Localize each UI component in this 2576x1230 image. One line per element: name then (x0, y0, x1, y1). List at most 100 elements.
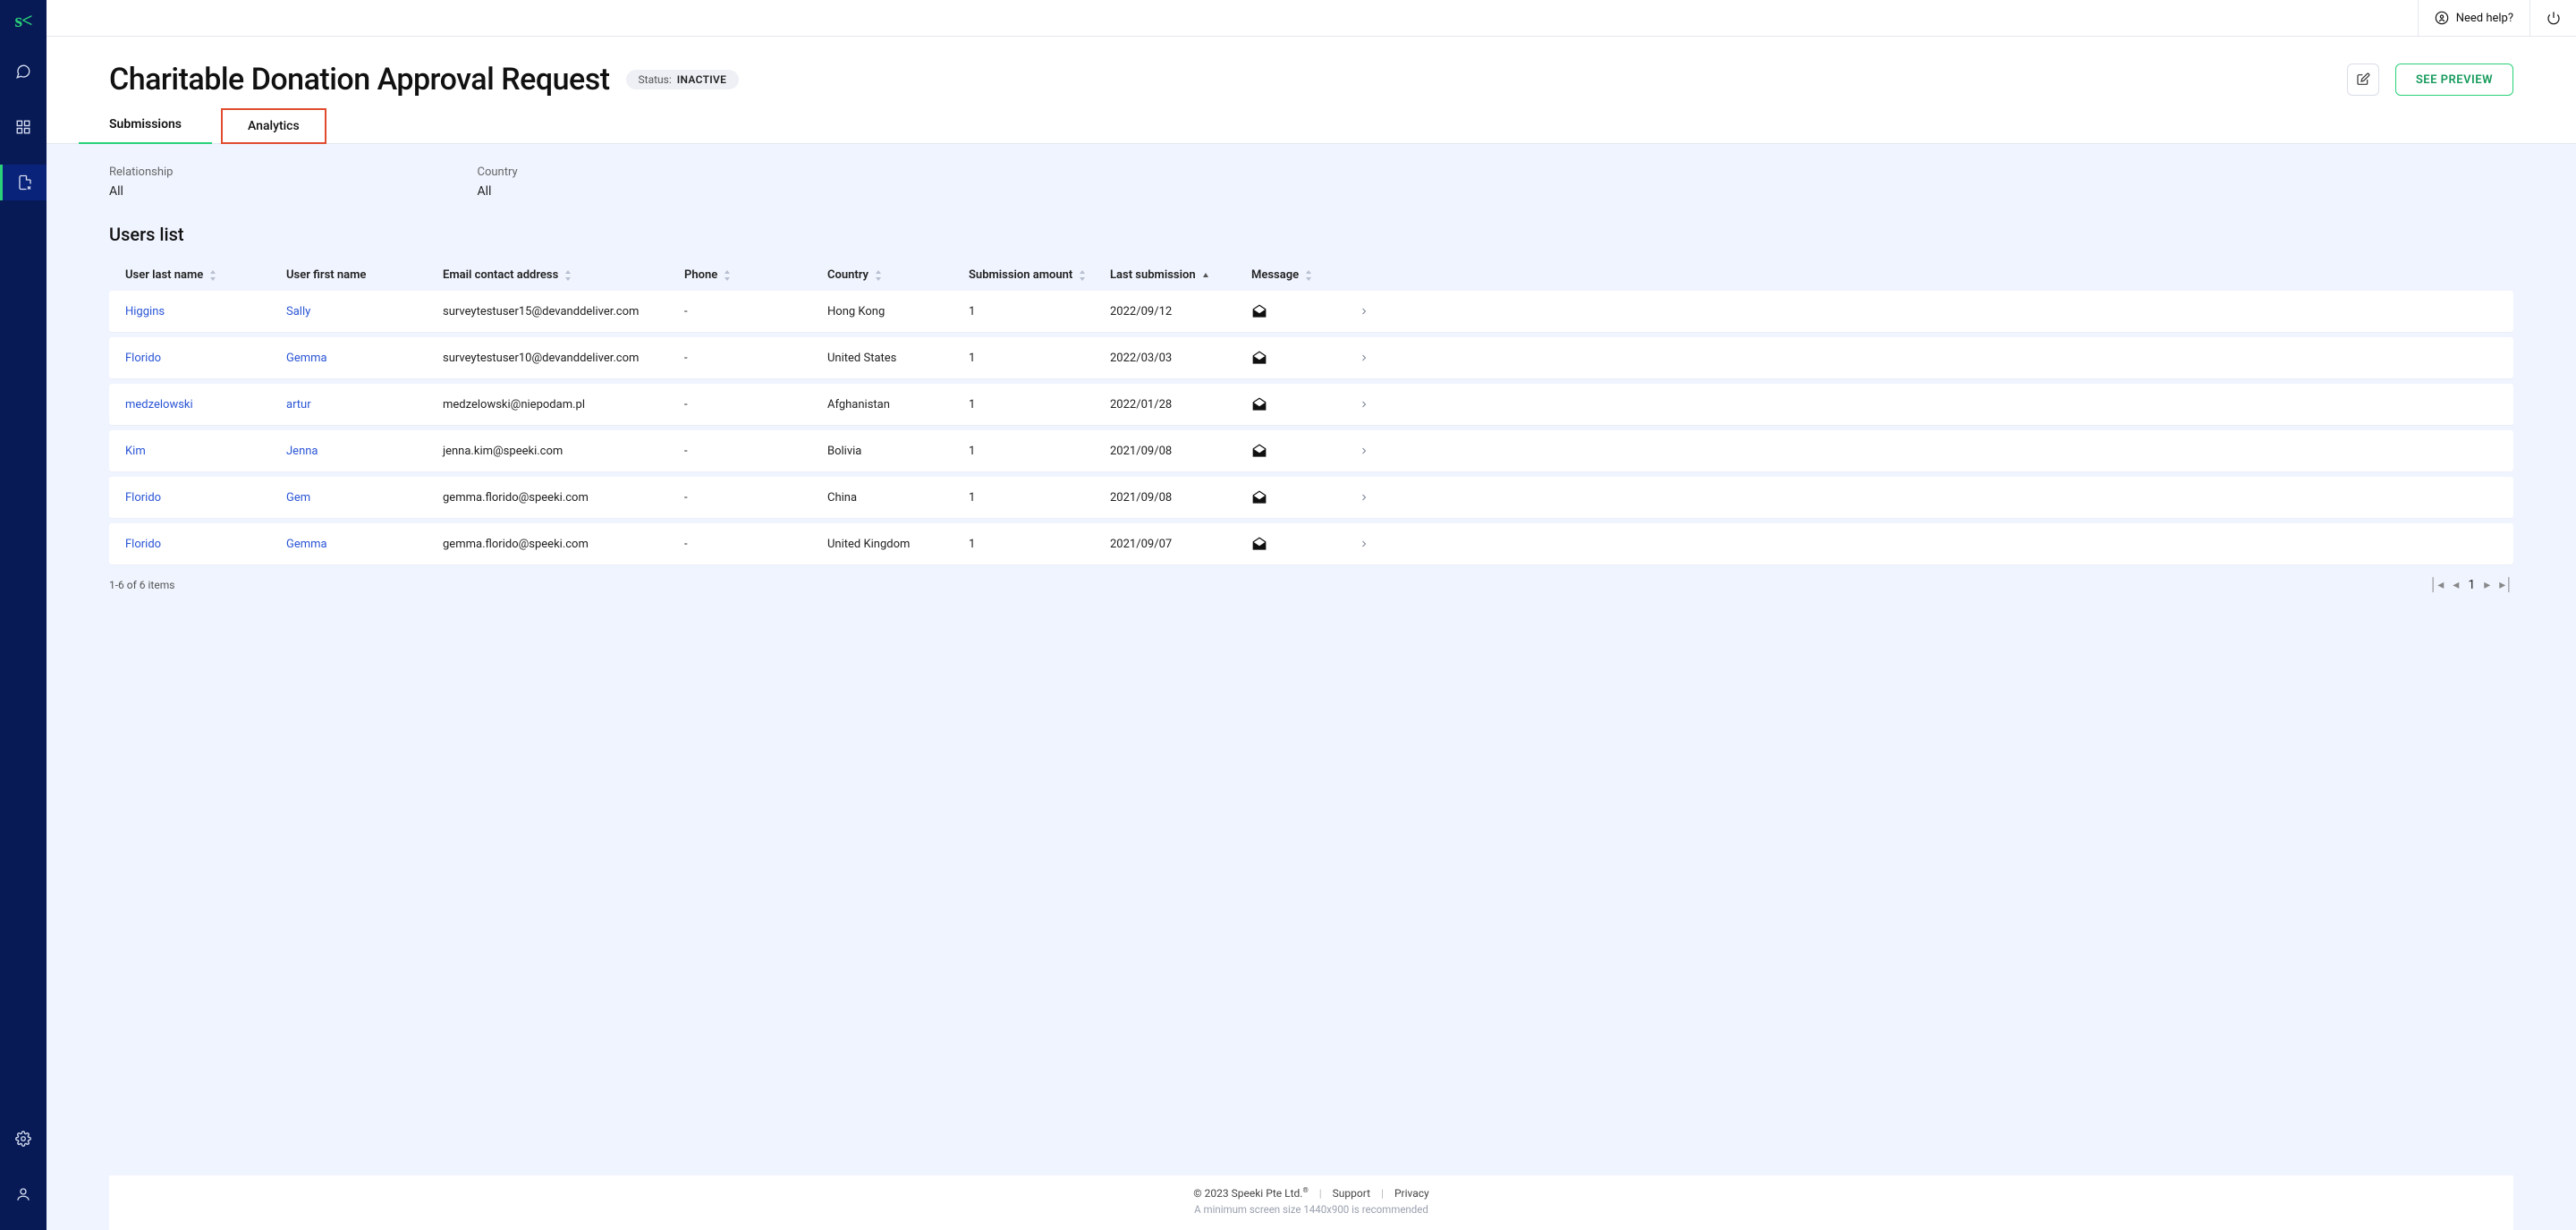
col-amount[interactable]: Submission amount (969, 268, 1110, 282)
pagination-summary: 1-6 of 6 items (109, 579, 174, 591)
cell-country: United Kingdom (827, 538, 910, 551)
cell-phone: - (684, 398, 688, 411)
mail-open-icon (1251, 443, 1267, 459)
table-row[interactable]: medzelowskiarturmedzelowski@niepodam.pl-… (109, 384, 2513, 425)
col-last-submission[interactable]: Last submission (1110, 268, 1251, 282)
tab-analytics[interactable]: Analytics (221, 108, 326, 144)
row-expand-button[interactable] (1359, 399, 2497, 410)
message-button[interactable] (1251, 536, 1267, 552)
cell-country: Hong Kong (827, 305, 885, 318)
chevron-right-icon (1359, 352, 1369, 363)
cell-amount: 1 (969, 398, 975, 411)
site-footer: © 2023 Speeki Pte Ltd.® | Support | Priv… (109, 1175, 2513, 1230)
cell-phone: - (684, 538, 688, 551)
message-button[interactable] (1251, 396, 1267, 412)
chevron-right-icon (1359, 492, 1369, 503)
see-preview-label: SEE PREVIEW (2416, 73, 2493, 87)
page-first-button[interactable]: │◂ (2430, 577, 2445, 592)
cell-last-name[interactable]: Florido (125, 352, 161, 365)
logo: s< (14, 9, 31, 32)
page-last-button[interactable]: ▸│ (2499, 577, 2513, 592)
message-button[interactable] (1251, 303, 1267, 319)
cell-last-submission: 2021/09/08 (1110, 491, 1172, 505)
col-email-label: Email contact address (443, 268, 558, 282)
status-value: INACTIVE (677, 73, 726, 86)
cell-first-name[interactable]: Gem (286, 491, 310, 505)
edit-icon (2356, 72, 2370, 87)
dashboard-icon (15, 119, 31, 135)
col-first-name[interactable]: User first name (286, 268, 443, 282)
users-list-title: Users list (109, 224, 2513, 245)
cell-first-name[interactable]: artur (286, 398, 311, 411)
table-row[interactable]: FloridoGemmasurveytestuser10@devanddeliv… (109, 337, 2513, 378)
cell-email: gemma.florido@speeki.com (443, 538, 589, 551)
table-row[interactable]: KimJennajenna.kim@speeki.com-Bolivia1202… (109, 430, 2513, 471)
message-button[interactable] (1251, 350, 1267, 366)
footer-copyright: © 2023 Speeki Pte Ltd.® (1193, 1186, 1308, 1200)
page-title: Charitable Donation Approval Request (109, 62, 610, 98)
pagination: │◂ ◂ 1 ▸ ▸│ (2430, 577, 2514, 592)
message-button[interactable] (1251, 489, 1267, 505)
page-next-button[interactable]: ▸ (2484, 578, 2490, 592)
mail-open-icon (1251, 303, 1267, 319)
cell-phone: - (684, 491, 688, 505)
edit-button[interactable] (2347, 64, 2379, 96)
sidebar-item-profile[interactable] (0, 1176, 47, 1212)
logout-button[interactable] (2529, 0, 2576, 36)
chat-icon (15, 64, 31, 80)
sort-icon (723, 270, 732, 281)
cell-last-name[interactable]: Florido (125, 538, 161, 551)
col-last-submission-label: Last submission (1110, 268, 1196, 282)
filter-relationship[interactable]: Relationship All (109, 165, 173, 199)
col-message[interactable]: Message (1251, 268, 1359, 282)
page-prev-button[interactable]: ◂ (2453, 578, 2459, 592)
sidebar-item-chat[interactable] (0, 54, 47, 89)
cell-first-name[interactable]: Sally (286, 305, 310, 318)
table-row[interactable]: Florido Gemma gemma.florido@speeki.com - Uni… (109, 523, 2513, 564)
cell-last-name[interactable]: Florido (125, 491, 161, 505)
mail-open-icon (1251, 536, 1267, 552)
footer-copyright-text: © 2023 Speeki Pte Ltd. (1193, 1187, 1302, 1200)
row-expand-button[interactable] (1359, 492, 2497, 503)
cell-last-submission: 2021/09/07 (1110, 538, 1172, 551)
row-expand-button[interactable] (1359, 306, 2497, 317)
col-last-name[interactable]: User last name (125, 268, 286, 282)
table-row[interactable]: FloridoGemgemma.florido@speeki.com-China… (109, 477, 2513, 518)
help-icon (2435, 11, 2449, 25)
content: Relationship All Country All Users list … (47, 144, 2576, 1230)
row-expand-button[interactable] (1359, 539, 2497, 549)
sidebar-bottom-nav (0, 1121, 47, 1230)
col-amount-label: Submission amount (969, 268, 1072, 282)
see-preview-button[interactable]: SEE PREVIEW (2395, 64, 2513, 96)
mail-open-icon (1251, 489, 1267, 505)
filter-country[interactable]: Country All (477, 165, 517, 199)
sidebar-item-forms[interactable] (0, 165, 47, 200)
cell-first-name[interactable]: Jenna (286, 445, 318, 458)
cell-last-name[interactable]: medzelowski (125, 398, 193, 411)
col-phone[interactable]: Phone (684, 268, 827, 282)
page-number: 1 (2468, 578, 2475, 592)
tab-submissions[interactable]: Submissions (109, 117, 182, 143)
chevron-right-icon (1359, 399, 1369, 410)
col-first-name-label: User first name (286, 268, 366, 282)
col-country[interactable]: Country (827, 268, 969, 282)
row-expand-button[interactable] (1359, 445, 2497, 456)
need-help-button[interactable]: Need help? (2418, 0, 2529, 36)
table-row[interactable]: HigginsSallysurveytestuser15@devanddeliv… (109, 291, 2513, 332)
cell-phone: - (684, 352, 688, 365)
sidebar-item-settings[interactable] (0, 1121, 47, 1157)
cell-first-name[interactable]: Gemma (286, 352, 327, 365)
cell-first-name[interactable]: Gemma (286, 538, 327, 551)
sort-icon (208, 270, 217, 281)
footer-privacy-link[interactable]: Privacy (1394, 1187, 1429, 1200)
cell-last-name[interactable]: Kim (125, 445, 146, 458)
footer-support-link[interactable]: Support (1333, 1187, 1370, 1200)
row-expand-button[interactable] (1359, 352, 2497, 363)
sidebar-item-dashboard[interactable] (0, 109, 47, 145)
cell-phone: - (684, 305, 688, 318)
message-button[interactable] (1251, 443, 1267, 459)
cell-country: United States (827, 352, 896, 365)
form-export-icon (17, 174, 33, 191)
col-email[interactable]: Email contact address (443, 268, 684, 282)
cell-last-name[interactable]: Higgins (125, 305, 165, 318)
